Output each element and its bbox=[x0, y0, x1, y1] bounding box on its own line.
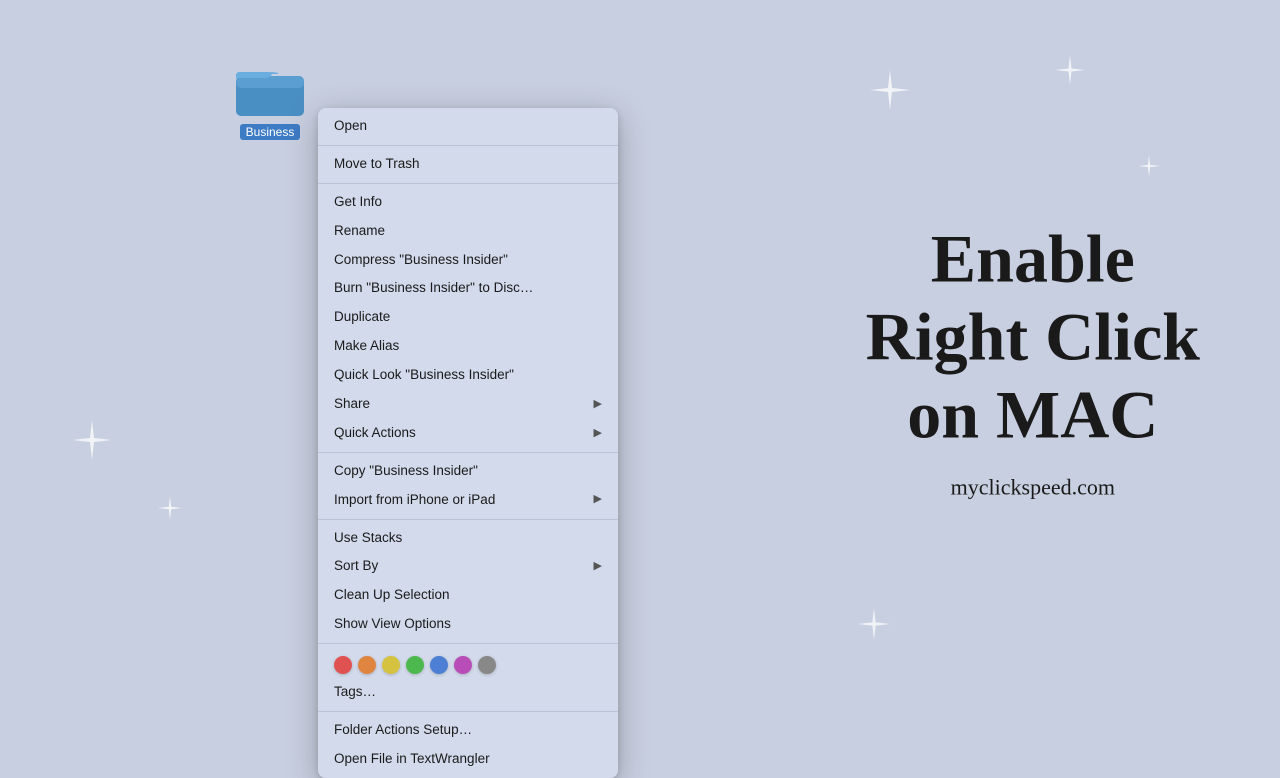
sparkle-decoration-4 bbox=[72, 420, 112, 465]
menu-item-use-stacks[interactable]: Use Stacks bbox=[318, 524, 618, 553]
quick-actions-arrow-icon: ▶ bbox=[594, 426, 602, 441]
desktop: Business Open Move to Trash Get Info Ren… bbox=[0, 0, 1280, 720]
share-arrow-icon: ▶ bbox=[594, 397, 602, 412]
tag-red[interactable] bbox=[334, 656, 352, 674]
menu-item-duplicate[interactable]: Duplicate bbox=[318, 303, 618, 332]
tag-gray[interactable] bbox=[478, 656, 496, 674]
menu-section-folder-actions: Folder Actions Setup… Open File in TextW… bbox=[318, 711, 618, 778]
menu-item-open-textwrangler[interactable]: Open File in TextWrangler bbox=[318, 745, 618, 774]
menu-section-copy: Copy "Business Insider" Import from iPho… bbox=[318, 452, 618, 519]
tags-color-row bbox=[318, 648, 618, 678]
menu-section-open: Open bbox=[318, 108, 618, 145]
folder-icon bbox=[234, 60, 306, 120]
menu-item-compress[interactable]: Compress "Business Insider" bbox=[318, 246, 618, 275]
main-title: Enable Right Click on MAC bbox=[866, 220, 1200, 455]
sort-arrow-icon: ▶ bbox=[594, 559, 602, 574]
menu-item-copy[interactable]: Copy "Business Insider" bbox=[318, 457, 618, 486]
menu-section-stacks: Use Stacks Sort By ▶ Clean Up Selection … bbox=[318, 519, 618, 644]
context-menu: Open Move to Trash Get Info Rename Compr… bbox=[318, 108, 618, 778]
sparkle-decoration-3 bbox=[1138, 155, 1160, 182]
tag-orange[interactable] bbox=[358, 656, 376, 674]
tag-yellow[interactable] bbox=[382, 656, 400, 674]
right-panel: Enable Right Click on MAC myclickspeed.c… bbox=[866, 220, 1200, 501]
sparkle-decoration-1 bbox=[870, 70, 910, 115]
folder-label: Business bbox=[240, 124, 301, 140]
sparkle-decoration-2 bbox=[1055, 55, 1085, 90]
menu-item-quick-actions[interactable]: Quick Actions ▶ bbox=[318, 419, 618, 448]
menu-item-import-iphone[interactable]: Import from iPhone or iPad ▶ bbox=[318, 486, 618, 515]
menu-item-burn[interactable]: Burn "Business Insider" to Disc… bbox=[318, 274, 618, 303]
menu-item-clean-up[interactable]: Clean Up Selection bbox=[318, 581, 618, 610]
tag-green[interactable] bbox=[406, 656, 424, 674]
menu-item-folder-actions[interactable]: Folder Actions Setup… bbox=[318, 716, 618, 745]
import-arrow-icon: ▶ bbox=[594, 492, 602, 507]
menu-section-tags: Tags… bbox=[318, 643, 618, 711]
tag-blue[interactable] bbox=[430, 656, 448, 674]
menu-item-quick-look[interactable]: Quick Look "Business Insider" bbox=[318, 361, 618, 390]
menu-item-make-alias[interactable]: Make Alias bbox=[318, 332, 618, 361]
menu-item-open[interactable]: Open bbox=[318, 112, 618, 141]
website-label: myclickspeed.com bbox=[866, 474, 1200, 500]
menu-item-share[interactable]: Share ▶ bbox=[318, 390, 618, 419]
menu-item-show-view-options[interactable]: Show View Options bbox=[318, 610, 618, 639]
sparkle-decoration-5 bbox=[158, 496, 182, 525]
menu-item-move-to-trash[interactable]: Move to Trash bbox=[318, 150, 618, 179]
menu-item-sort-by[interactable]: Sort By ▶ bbox=[318, 552, 618, 581]
menu-section-info: Get Info Rename Compress "Business Insid… bbox=[318, 183, 618, 452]
sparkle-decoration-6 bbox=[858, 608, 890, 645]
menu-section-trash: Move to Trash bbox=[318, 145, 618, 183]
tag-purple[interactable] bbox=[454, 656, 472, 674]
menu-item-get-info[interactable]: Get Info bbox=[318, 188, 618, 217]
menu-item-rename[interactable]: Rename bbox=[318, 217, 618, 246]
menu-item-tags[interactable]: Tags… bbox=[318, 678, 618, 707]
folder-item[interactable]: Business bbox=[230, 60, 310, 140]
